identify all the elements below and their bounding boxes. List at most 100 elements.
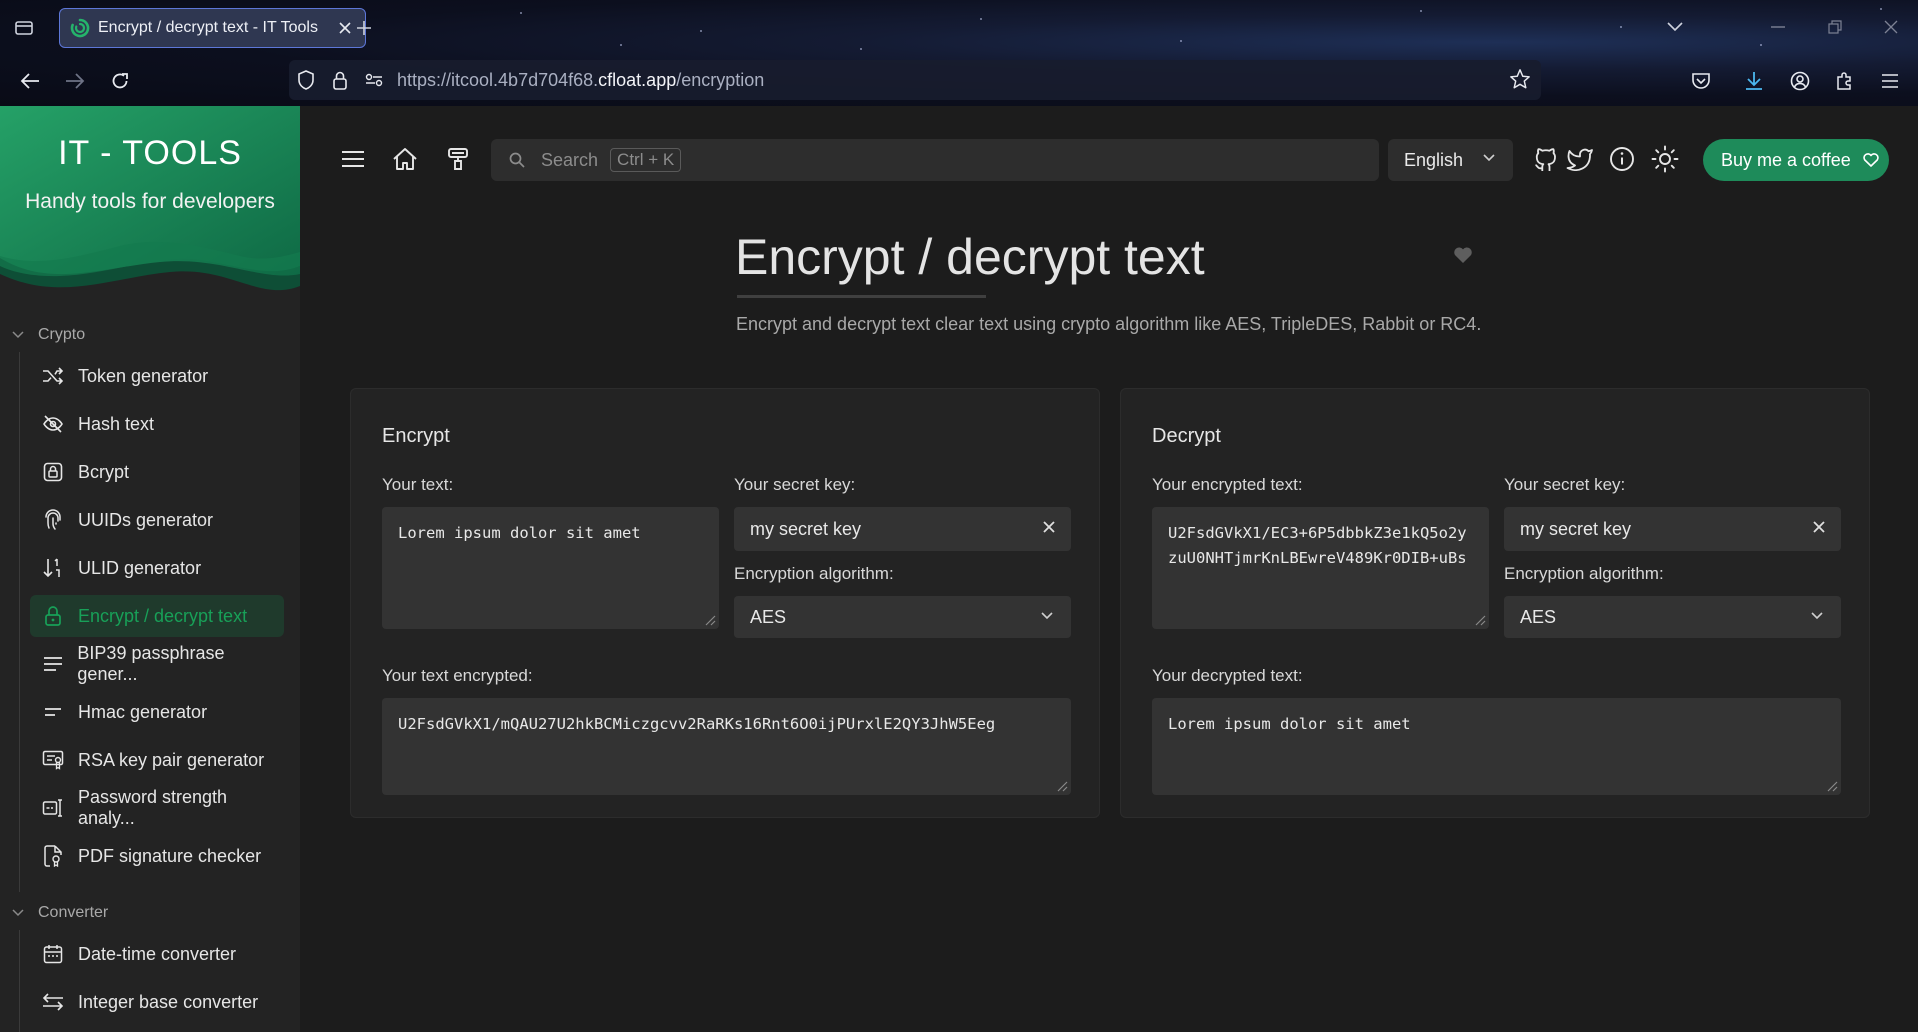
decrypt-key-input[interactable]: my secret key <box>1504 507 1841 551</box>
close-window-button[interactable] <box>1876 14 1906 40</box>
sidebar-item-uuids-generator[interactable]: UUIDs generator <box>30 499 284 541</box>
decrypt-algo-select[interactable]: AES <box>1504 596 1841 638</box>
list-all-tabs-button[interactable] <box>1660 14 1690 40</box>
encrypt-output-value: U2FsdGVkX1/mQAU27U2hkBCMiczgcvv2RaRKs16R… <box>398 715 996 733</box>
category-converter[interactable]: Converter <box>12 904 108 922</box>
new-tab-button[interactable] <box>350 14 378 42</box>
github-icon <box>1535 148 1556 171</box>
decrypt-algo-label: Encryption algorithm: <box>1504 564 1664 583</box>
bookmark-star-icon[interactable] <box>1509 68 1533 92</box>
resize-handle-icon[interactable] <box>1054 778 1068 792</box>
twitter-button[interactable] <box>1563 142 1597 176</box>
tab-list-button[interactable] <box>10 14 38 40</box>
sidebar-item-bcrypt[interactable]: Bcrypt <box>30 451 284 493</box>
page-title: Encrypt / decrypt text <box>735 229 1205 285</box>
category-crypto[interactable]: Crypto <box>12 326 85 344</box>
url-prefix: https://itcool.4b7d704f68. <box>397 69 599 90</box>
reload-button[interactable] <box>104 66 136 96</box>
favorite-heart-icon[interactable] <box>1453 246 1473 266</box>
buy-me-a-coffee-button[interactable]: Buy me a coffee <box>1703 139 1889 181</box>
forward-button[interactable] <box>59 66 91 96</box>
sidebar-item-ulid-generator[interactable]: ULID generator <box>30 547 284 589</box>
github-button[interactable] <box>1529 142 1563 176</box>
browser-tab-active[interactable]: Encrypt / decrypt text - IT Tools <box>59 8 366 48</box>
hamburger-menu-icon <box>1882 74 1898 88</box>
clear-icon[interactable] <box>1041 519 1057 535</box>
search-placeholder: Search <box>541 149 599 170</box>
theme-toggle-button[interactable] <box>1648 142 1682 176</box>
encrypt-algo-label: Encryption algorithm: <box>734 564 894 583</box>
downloads-button[interactable] <box>1738 66 1770 96</box>
app-logo: IT - TOOLS <box>58 134 242 172</box>
category-label: Converter <box>38 904 109 921</box>
restore-button[interactable] <box>1820 14 1850 40</box>
sidebar-item-hash-text[interactable]: Hash text <box>30 403 284 445</box>
password-icon <box>42 797 64 819</box>
sidebar-item-label: Integer base converter <box>78 991 259 1012</box>
resize-handle-icon[interactable] <box>1824 778 1838 792</box>
sidebar-item-encrypt-decrypt-text[interactable]: Encrypt / decrypt text <box>30 595 284 637</box>
sidebar-item-date-time-converter[interactable]: Date-time converter <box>30 933 284 975</box>
decrypt-output-value: Lorem ipsum dolor sit amet <box>1168 715 1411 733</box>
pocket-button[interactable] <box>1685 66 1717 96</box>
url-host: cfloat.app <box>598 69 677 90</box>
search-bar[interactable]: Search Ctrl + K <box>491 139 1379 181</box>
sidebar-item-rsa-key-pair-generator[interactable]: RSA key pair generator <box>30 739 284 781</box>
about-button[interactable] <box>1605 142 1639 176</box>
permissions-icon[interactable] <box>357 60 391 100</box>
language-select[interactable]: English <box>1388 139 1513 181</box>
certificate-icon <box>42 749 64 771</box>
it-tools-favicon <box>70 18 90 38</box>
resize-handle-icon[interactable] <box>702 612 716 626</box>
back-button[interactable] <box>14 66 46 96</box>
sidebar-item-token-generator[interactable]: Token generator <box>30 355 284 397</box>
sidebar-item-integer-base-converter[interactable]: Integer base converter <box>30 981 284 1023</box>
encrypt-text-value: Lorem ipsum dolor sit amet <box>398 524 641 542</box>
shuffle-icon <box>42 365 64 387</box>
encrypt-output-textarea[interactable]: U2FsdGVkX1/mQAU27U2hkBCMiczgcvv2RaRKs16R… <box>382 698 1071 795</box>
encrypt-text-input[interactable]: Lorem ipsum dolor sit amet <box>382 507 719 629</box>
file-certificate-icon <box>42 845 64 867</box>
minimize-icon <box>1771 26 1785 28</box>
chevron-down-icon <box>12 331 24 339</box>
encrypt-key-label: Your secret key: <box>734 475 856 494</box>
url-text[interactable]: https://itcool.4b7d704f68.cfloat.app/enc… <box>397 70 764 91</box>
ui-lib-button[interactable] <box>441 142 475 176</box>
heart-icon <box>1863 153 1879 167</box>
sidebar-item-label: Token generator <box>78 365 209 386</box>
account-button[interactable] <box>1784 66 1816 96</box>
decrypt-output-textarea[interactable]: Lorem ipsum dolor sit amet <box>1152 698 1841 795</box>
app-menu-button[interactable] <box>1874 66 1906 96</box>
lock-icon[interactable] <box>323 60 357 100</box>
sidebar-item-label: Hash text <box>78 413 155 434</box>
minimize-button[interactable] <box>1763 14 1793 40</box>
home-button[interactable] <box>388 142 422 176</box>
search-icon <box>509 152 525 168</box>
encrypt-card-title: Encrypt <box>382 425 450 447</box>
eye-off-icon <box>42 413 64 435</box>
encrypt-key-input[interactable]: my secret key <box>734 507 1071 551</box>
address-bar[interactable]: https://itcool.4b7d704f68.cfloat.app/enc… <box>289 60 1541 100</box>
resize-handle-icon[interactable] <box>1472 612 1486 626</box>
clear-icon[interactable] <box>1811 519 1827 535</box>
sun-icon <box>1651 145 1679 173</box>
brand-header[interactable]: IT - TOOLS Handy tools for developers <box>0 106 300 302</box>
decrypt-text-input[interactable]: U2FsdGVkX1/EC3+6P5dbbkZ3e1kQ5o2yzuU0NHTj… <box>1152 507 1489 629</box>
arrow-right-icon <box>66 73 85 89</box>
sidebar-item-bip39-passphrase-generator[interactable]: BIP39 passphrase gener... <box>30 643 284 685</box>
sidebar-item-label: Hmac generator <box>78 701 208 722</box>
sidebar-item-password-strength-analyser[interactable]: Password strength analy... <box>30 787 284 829</box>
toggle-sidebar-button[interactable] <box>336 142 370 176</box>
decrypt-text-label: Your encrypted text: <box>1152 475 1303 494</box>
tracking-shield-icon[interactable] <box>289 60 323 100</box>
encrypt-algo-select[interactable]: AES <box>734 596 1071 638</box>
tab-title: Encrypt / decrypt text - IT Tools <box>98 19 318 36</box>
puzzle-icon <box>1837 72 1851 90</box>
twitter-icon <box>1566 148 1593 171</box>
sort-numeric-icon <box>42 557 64 579</box>
decrypt-output-label: Your decrypted text: <box>1152 666 1303 685</box>
sidebar-item-hmac-generator[interactable]: Hmac generator <box>30 691 284 733</box>
close-icon <box>1884 20 1898 34</box>
extensions-button[interactable] <box>1829 66 1861 96</box>
sidebar-item-pdf-signature-checker[interactable]: PDF signature checker <box>30 835 284 877</box>
